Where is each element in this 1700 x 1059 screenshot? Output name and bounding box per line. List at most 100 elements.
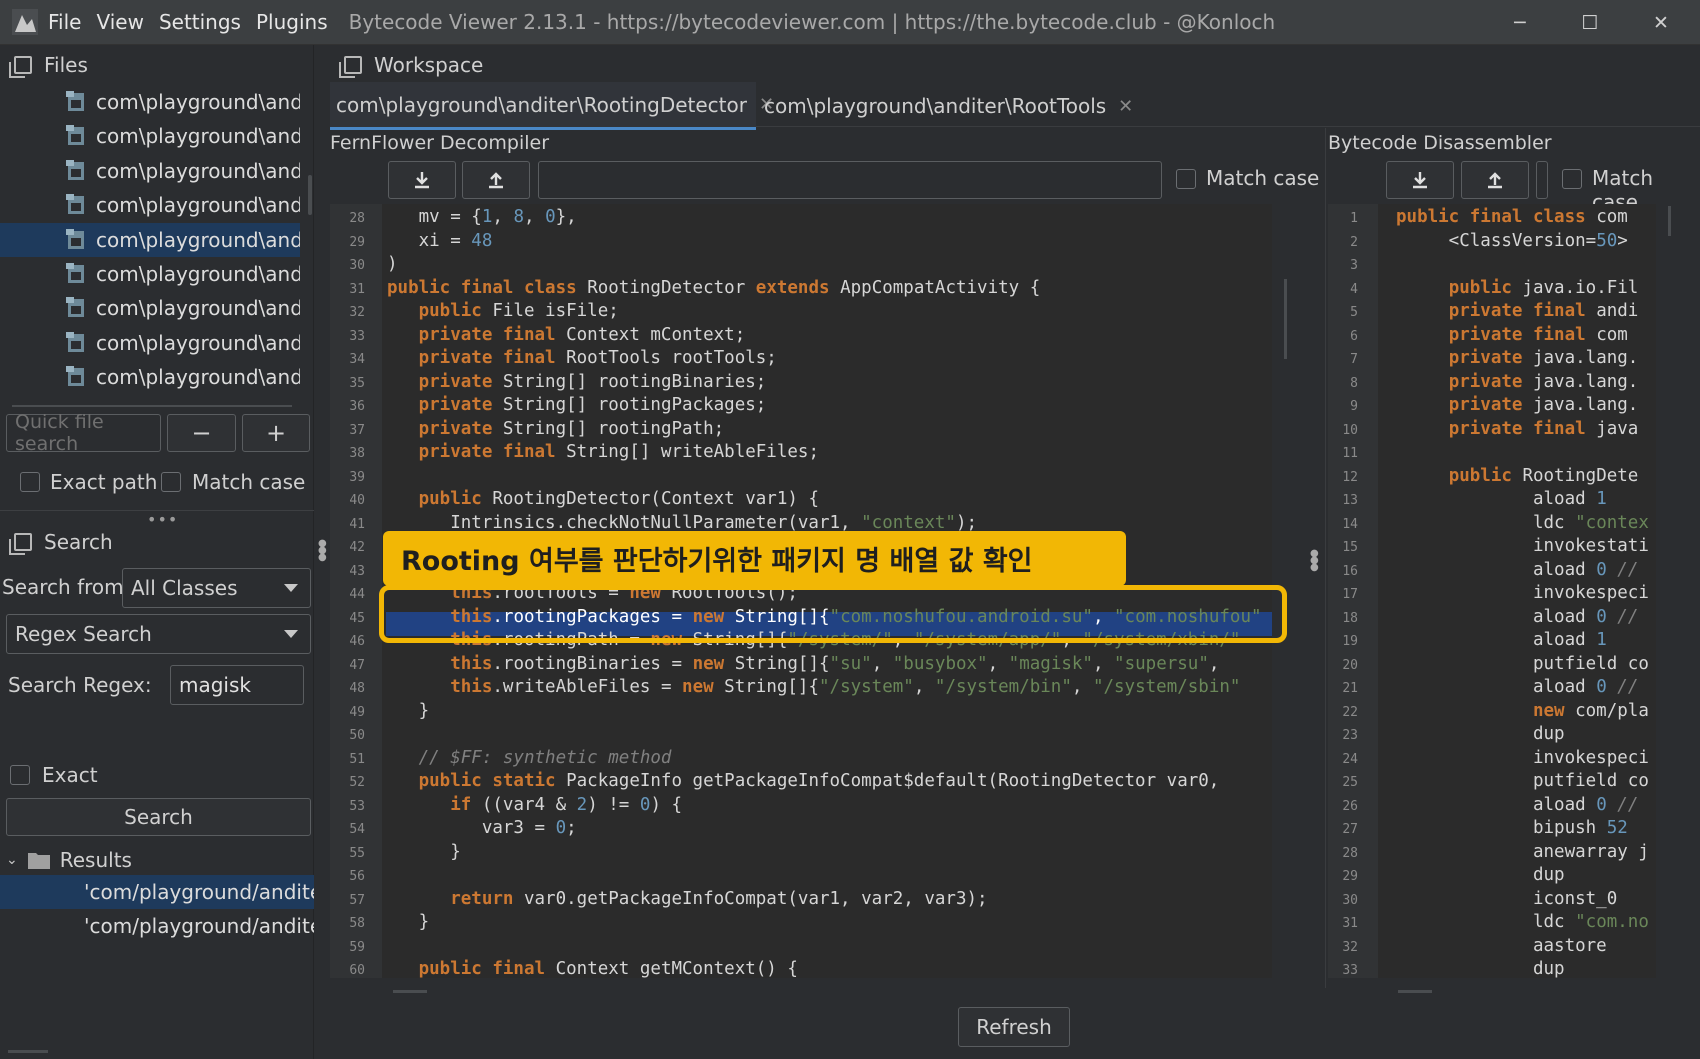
annotation-callout-label: Rooting 여부를 판단하기위한 패키지 명 배열 값 확인 [383, 531, 1126, 586]
results-node[interactable]: ⌄ Results [0, 845, 314, 875]
close-button[interactable]: ✕ [1626, 0, 1696, 45]
search-regex-input[interactable]: magisk [170, 665, 304, 705]
decompiler-hscrollbar[interactable] [393, 990, 427, 993]
menu-plugins[interactable]: Plugins [256, 10, 328, 34]
match-case-checkbox[interactable] [161, 472, 181, 492]
files-panel-header: Files [0, 45, 313, 85]
file-tree-item[interactable]: com\playground\andi [0, 85, 300, 119]
next-result-button[interactable] [388, 161, 456, 199]
files-panel-title: Files [44, 53, 88, 77]
file-tree-item[interactable]: com\playground\andi [0, 188, 300, 222]
quick-file-search-input[interactable]: Quick file search [6, 411, 161, 455]
class-file-icon [66, 159, 86, 182]
maximize-button[interactable]: ☐ [1555, 0, 1625, 45]
bytecode-code-view[interactable]: 1 public final class com 2 <ClassVersion=5… [1328, 204, 1656, 979]
minimize-button[interactable]: ─ [1485, 0, 1555, 45]
code-line: private String[] rootingPackages; [418, 395, 767, 415]
line-number: 58 [349, 916, 365, 931]
result-item[interactable]: 'com/playground/andite [0, 875, 314, 909]
file-tree-item[interactable]: com\playground\andi [0, 257, 300, 291]
bytecode-match-case-checkbox[interactable] [1562, 169, 1582, 189]
line-number: 21 [1342, 681, 1358, 696]
file-tree-item[interactable]: com\playground\andi [0, 119, 300, 153]
class-file-icon [66, 366, 86, 388]
code-line: public static PackageInfo getPackageInfo… [418, 771, 1220, 791]
tab-label: com\playground\anditer\RootingDetector [336, 92, 747, 117]
line-number: 32 [349, 305, 365, 320]
bytecode-previous-result-button[interactable] [1461, 161, 1529, 199]
results-list[interactable]: 'com/playground/andite 'com/playground/an… [0, 875, 314, 945]
line-number: 48 [349, 681, 365, 696]
code-line: var3 = 0; [387, 818, 577, 838]
line-number: 52 [349, 775, 365, 790]
exact-path-label: Exact path [50, 470, 158, 494]
tab-root-tools[interactable]: com\playground\anditer\RootTools ✕ [756, 82, 1156, 130]
line-number: 4 [1350, 281, 1358, 297]
file-tree-item[interactable]: com\playground\andi [0, 360, 300, 394]
file-tree-item[interactable]: com\playground\andi [0, 291, 300, 325]
exact-path-checkbox[interactable] [20, 472, 40, 492]
search-button[interactable]: Search [6, 798, 311, 836]
bytecode-vscrollbar[interactable] [1656, 204, 1671, 978]
minimize-icon: ─ [1514, 11, 1526, 34]
bytecode-find-input[interactable] [1536, 161, 1548, 199]
code-line: public File isFile; [418, 301, 619, 321]
decompiler-match-case-checkbox[interactable] [1176, 169, 1196, 189]
left-sidebar: Files com\playground\andi com\playground\… [0, 45, 314, 1059]
search-mode-select[interactable]: Regex Search [6, 614, 311, 654]
decompiler-find-input[interactable] [538, 161, 1162, 199]
splitter-handle-icon[interactable]: ● ● ● [318, 539, 327, 563]
code-line: return var0.getPackageInfoCompat(var1, v… [450, 888, 988, 909]
line-number: 22 [1342, 704, 1358, 720]
file-tree-hscrollbar[interactable] [12, 405, 292, 407]
code-line: putfield co [1396, 771, 1649, 791]
line-number: 29 [349, 234, 365, 250]
code-line: private java.lang. [1448, 348, 1639, 368]
match-case-label: Match case [192, 470, 306, 494]
line-number: 32 [1342, 939, 1358, 955]
download-arrow-icon [415, 172, 429, 189]
previous-result-button[interactable] [462, 161, 530, 199]
expand-button[interactable]: + [242, 414, 310, 452]
line-number: 24 [1342, 751, 1358, 767]
line-number: 56 [349, 869, 365, 884]
tab-rooting-detector[interactable]: com\playground\anditer\RootingDetector ✕ [330, 82, 774, 130]
file-tree-item[interactable]: com\playground\andi [0, 222, 300, 257]
file-tree-item[interactable]: com\playground\andi [0, 326, 300, 360]
code-line: private String[] rootingBinaries; [418, 371, 767, 392]
file-tree-item[interactable]: com\playground\andi [0, 154, 300, 188]
refresh-button[interactable]: Refresh [958, 1007, 1070, 1047]
code-line: dup [1396, 865, 1565, 885]
line-number: 13 [1342, 493, 1358, 508]
menu-file[interactable]: File [48, 10, 81, 34]
menu-settings[interactable]: Settings [159, 10, 241, 34]
class-file-icon [66, 331, 86, 354]
results-hscrollbar[interactable] [8, 1050, 48, 1053]
code-line: private final com [1448, 324, 1628, 345]
search-from-select[interactable]: All Classes [122, 568, 311, 608]
collapse-button[interactable]: − [167, 414, 236, 452]
result-item[interactable]: 'com/playground/andite [0, 909, 314, 943]
code-line: iconst_0 [1396, 888, 1618, 909]
line-number: 26 [1342, 798, 1358, 814]
bytecode-hscrollbar[interactable] [1398, 990, 1432, 993]
code-line: aload 0 // [1396, 606, 1639, 627]
code-line: this.rootingBinaries = new String[]{"su"… [450, 653, 1220, 674]
tab-label: com\playground\anditer\RootTools [764, 94, 1107, 118]
maximize-icon: ☐ [1581, 11, 1599, 34]
menu-view[interactable]: View [96, 10, 143, 34]
file-tree-item-label: com\playground\andi [96, 330, 300, 355]
code-line: aload 0 // [1396, 677, 1639, 697]
class-file-icon [66, 263, 86, 285]
code-line: public final class RootingDetector exten… [387, 277, 1041, 298]
splitter-handle-icon[interactable]: ● ● ● [1310, 549, 1319, 574]
file-tree[interactable]: com\playground\andi com\playground\andi co… [0, 85, 314, 435]
line-number: 50 [349, 728, 365, 743]
file-tree-item-label: com\playground\andi [96, 227, 300, 252]
bytecode-next-result-button[interactable] [1386, 161, 1454, 199]
plus-icon: + [265, 419, 287, 447]
code-line: <ClassVersion=50> [1396, 230, 1628, 251]
exact-checkbox[interactable] [10, 765, 30, 785]
file-tree-scrollbar[interactable] [308, 175, 312, 215]
close-tab-icon[interactable]: ✕ [1118, 96, 1133, 117]
